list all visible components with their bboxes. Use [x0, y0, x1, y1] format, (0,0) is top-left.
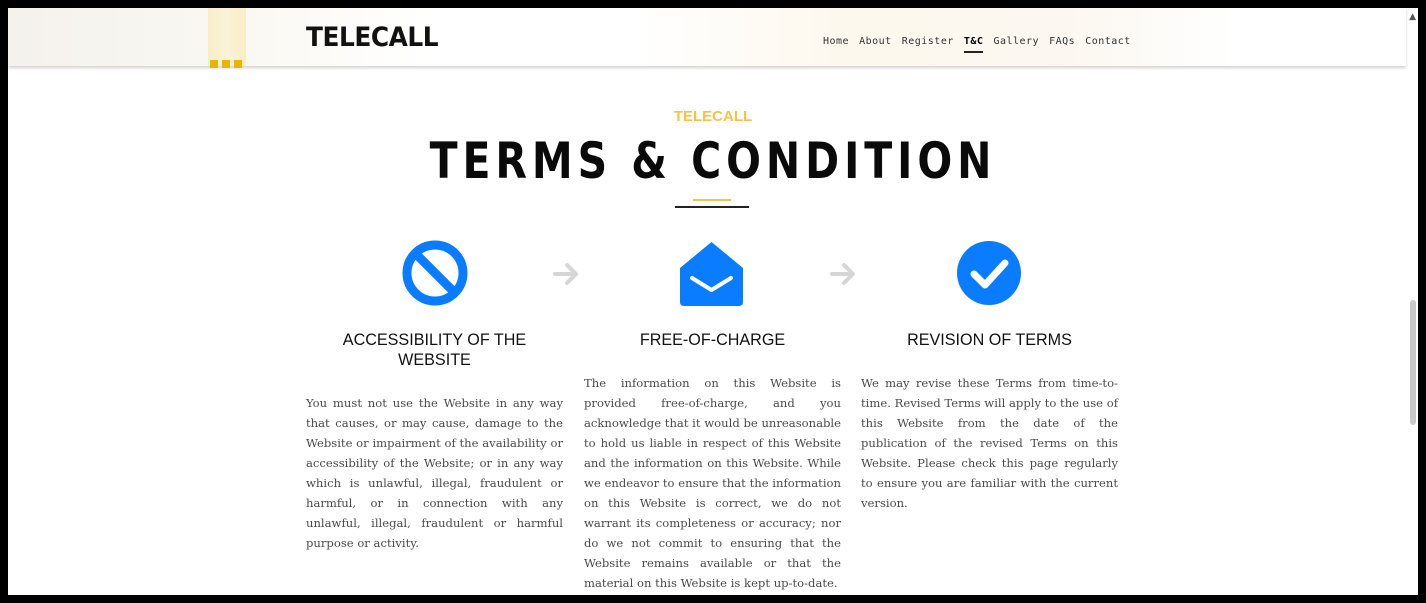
arrow-right-icon	[830, 263, 855, 285]
top-navbar: TELECALL Home About Register T&C Gallery…	[8, 8, 1406, 66]
section-eyebrow: TELECALL	[673, 108, 753, 125]
envelope-open-icon	[680, 242, 743, 306]
nav-item-home[interactable]: Home	[823, 36, 849, 51]
nav-item-contact[interactable]: Contact	[1085, 36, 1131, 51]
nav-item-gallery[interactable]: Gallery	[993, 36, 1039, 51]
column-text: We may revise these Terms from time-to-t…	[861, 376, 1118, 510]
scrollbar-thumb[interactable]	[1410, 300, 1416, 425]
column-free-of-charge: FREE-OF-CHARGE The information on this W…	[584, 330, 841, 593]
page-title: TERMS & CONDITION	[429, 132, 997, 190]
nav-item-faqs[interactable]: FAQs	[1049, 36, 1075, 51]
header-decoration-dots	[210, 60, 242, 68]
column-title: ACCESSIBILITY OF THE WEBSITE	[342, 330, 527, 369]
arrow-right-icon	[553, 263, 578, 285]
nav-item-about[interactable]: About	[859, 36, 892, 51]
column-accessibility: ACCESSIBILITY OF THE WEBSITE You must no…	[306, 330, 563, 553]
nav-item-register[interactable]: Register	[902, 36, 954, 51]
check-circle-icon	[957, 241, 1021, 305]
title-accent-line	[693, 199, 731, 201]
column-title: FREE-OF-CHARGE	[639, 330, 786, 349]
site-logo[interactable]: TELECALL	[306, 22, 439, 53]
header-decoration	[208, 8, 246, 66]
scroll-up-arrow-icon[interactable]: ▲	[1409, 12, 1416, 22]
main-nav: Home About Register T&C Gallery FAQs Con…	[823, 36, 1131, 53]
nav-item-tc[interactable]: T&C	[963, 36, 984, 53]
ban-icon	[402, 240, 468, 306]
column-revision-of-terms: REVISION OF TERMS We may revise these Te…	[861, 330, 1118, 513]
column-title: REVISION OF TERMS	[907, 330, 1072, 349]
column-text: The information on this Website is provi…	[584, 376, 841, 590]
column-text: You must not use the Website in any way …	[306, 396, 563, 550]
page-viewport: TELECALL Home About Register T&C Gallery…	[8, 8, 1418, 595]
title-underline	[675, 206, 749, 208]
